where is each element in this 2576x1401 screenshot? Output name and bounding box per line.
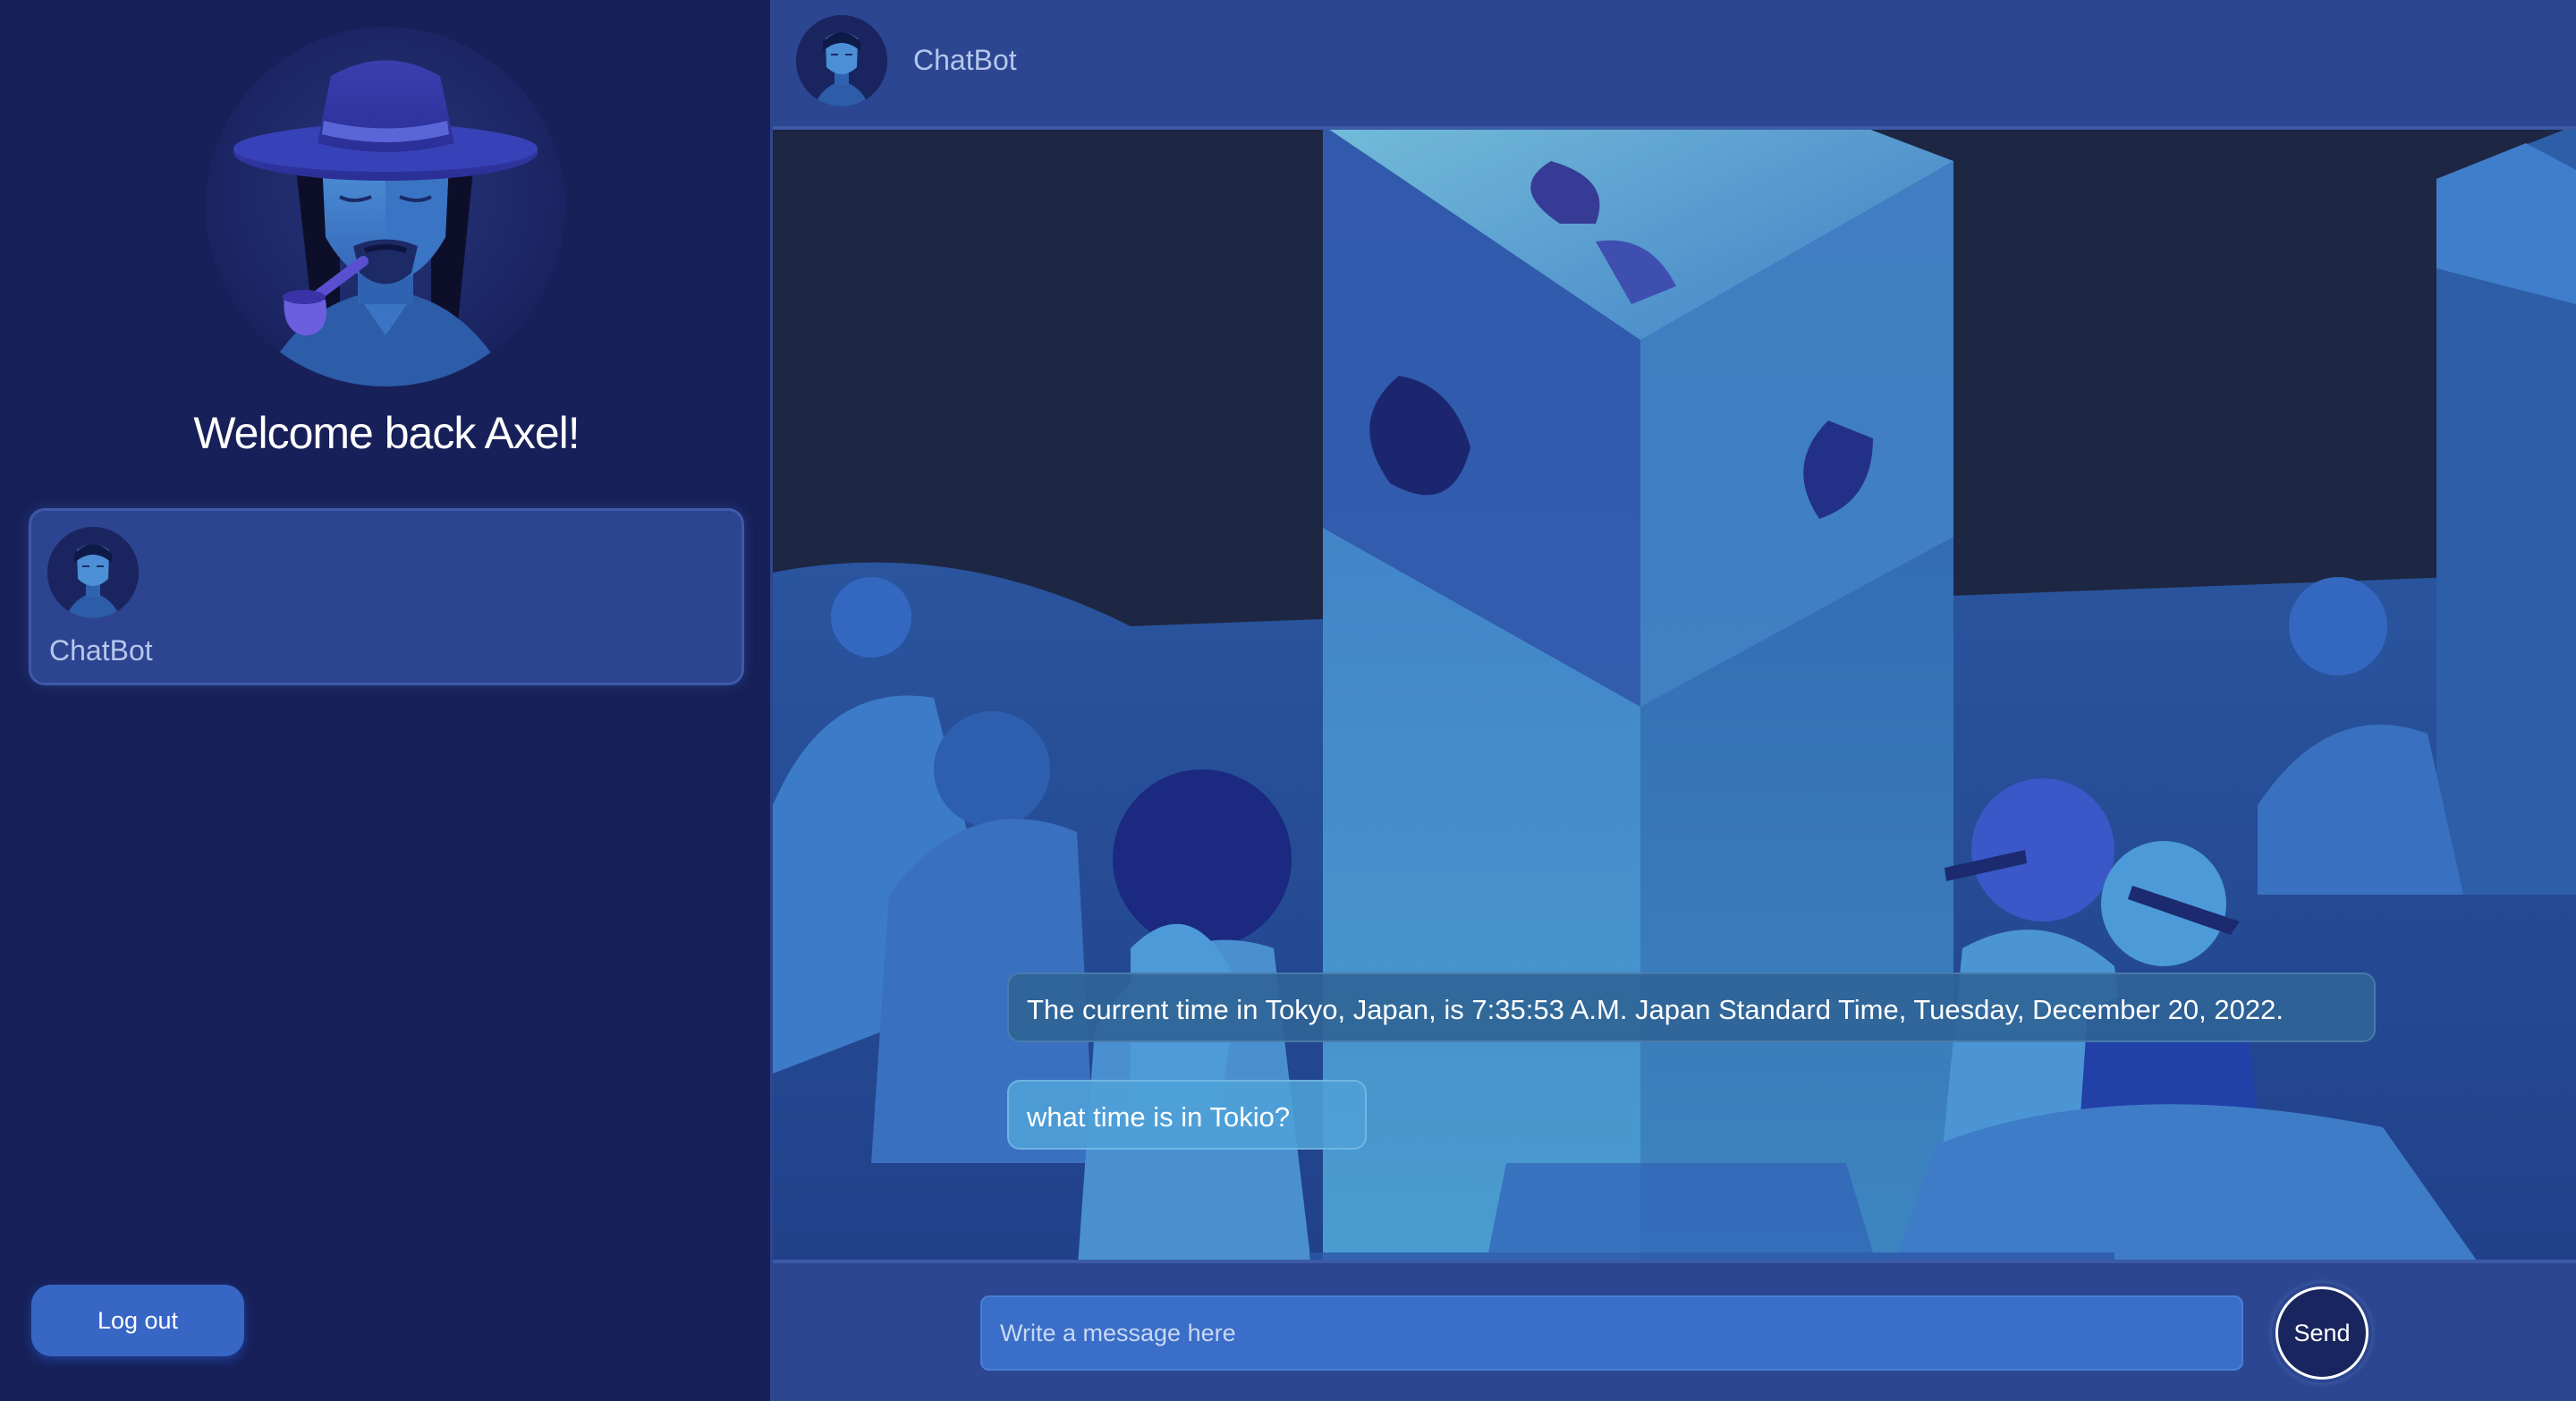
chat-header: ChatBot xyxy=(773,0,2576,130)
wizard-avatar-icon xyxy=(233,60,538,386)
message-composer: Send xyxy=(773,1260,2576,1401)
chatbot-avatar-icon xyxy=(796,15,887,106)
send-button[interactable]: Send xyxy=(2275,1286,2368,1380)
contact-item-chatbot[interactable]: ChatBot xyxy=(29,508,744,685)
chat-contact-name: ChatBot xyxy=(913,44,1017,76)
chatbot-avatar-icon xyxy=(47,527,139,618)
welcome-heading: Welcome back Axel! xyxy=(193,408,580,458)
message-input[interactable] xyxy=(980,1295,2243,1371)
bot-message-bubble: The current time in Tokyo, Japan, is 7:3… xyxy=(1007,972,2376,1042)
user-message-bubble: what time is in Tokio? xyxy=(1007,1080,1367,1150)
user-profile-avatar xyxy=(206,27,565,386)
logout-button[interactable]: Log out xyxy=(31,1285,244,1356)
chat-app: Welcome back Axel! ChatBot Log out ChatB… xyxy=(0,0,2576,1401)
contact-name: ChatBot xyxy=(49,634,153,667)
sidebar: Welcome back Axel! ChatBot Log out xyxy=(0,0,773,1401)
message-list: The current time in Tokyo, Japan, is 7:3… xyxy=(773,130,2576,1260)
chat-panel: ChatBot The current time in Tokyo, Japan… xyxy=(773,0,2576,1401)
